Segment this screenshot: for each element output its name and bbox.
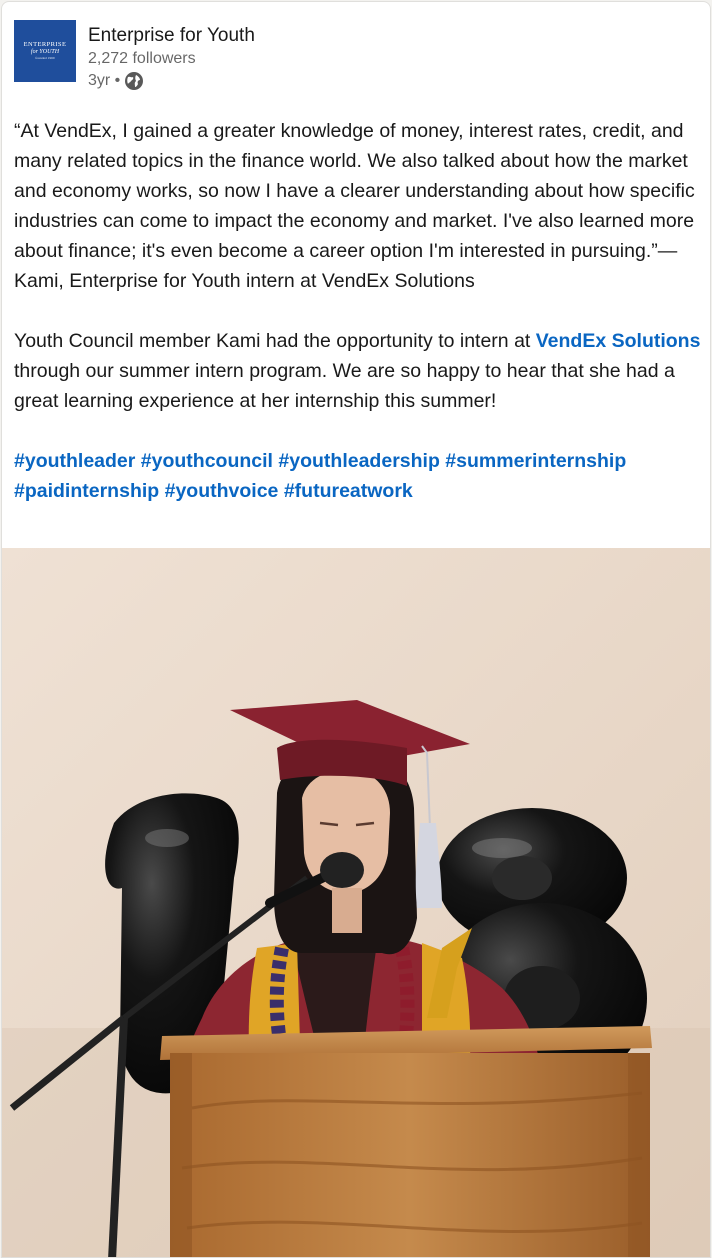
- vendex-solutions-link[interactable]: VendEx Solutions: [536, 330, 701, 352]
- post-image[interactable]: [2, 548, 710, 1257]
- actor-info: Enterprise for Youth 2,272 followers 3yr…: [88, 24, 255, 92]
- hashtag-link[interactable]: #paidinternship: [14, 480, 159, 502]
- post-meta: 3yr •: [88, 70, 255, 92]
- hashtag-link[interactable]: #summerinternship: [445, 450, 626, 472]
- post-age: 3yr •: [88, 72, 121, 89]
- hashtag-link[interactable]: #youthleadership: [278, 450, 439, 472]
- hashtag-link[interactable]: #futureatwork: [284, 480, 413, 502]
- company-logo[interactable]: ENTERPRISE for YOUTH founded 1969: [14, 20, 76, 82]
- hashtag-list: #youthleader #youthcouncil #youthleaders…: [14, 446, 704, 506]
- description-text-start: Youth Council member Kami had the opport…: [14, 330, 536, 352]
- post-header: ENTERPRISE for YOUTH founded 1969 Enterp…: [14, 20, 694, 90]
- description-paragraph: Youth Council member Kami had the opport…: [14, 326, 704, 416]
- hashtag-link[interactable]: #youthcouncil: [141, 450, 273, 472]
- post-body: “At VendEx, I gained a greater knowledge…: [14, 116, 704, 506]
- hashtag-link[interactable]: #youthvoice: [165, 480, 279, 502]
- logo-text-line1: ENTERPRISE: [23, 41, 67, 48]
- logo-text-line3: founded 1969: [35, 56, 55, 60]
- follower-count: 2,272 followers: [88, 50, 196, 67]
- company-name-link[interactable]: Enterprise for Youth: [88, 24, 255, 48]
- hashtag-link[interactable]: #youthleader: [14, 450, 135, 472]
- quote-paragraph: “At VendEx, I gained a greater knowledge…: [14, 120, 695, 292]
- graduate-speaking-at-podium-photo: [2, 548, 710, 1257]
- feed-post-card: ENTERPRISE for YOUTH founded 1969 Enterp…: [1, 1, 711, 1258]
- logo-text-line2: for YOUTH: [30, 49, 60, 55]
- globe-icon: [124, 71, 144, 91]
- description-text-end: through our summer intern program. We ar…: [14, 360, 675, 412]
